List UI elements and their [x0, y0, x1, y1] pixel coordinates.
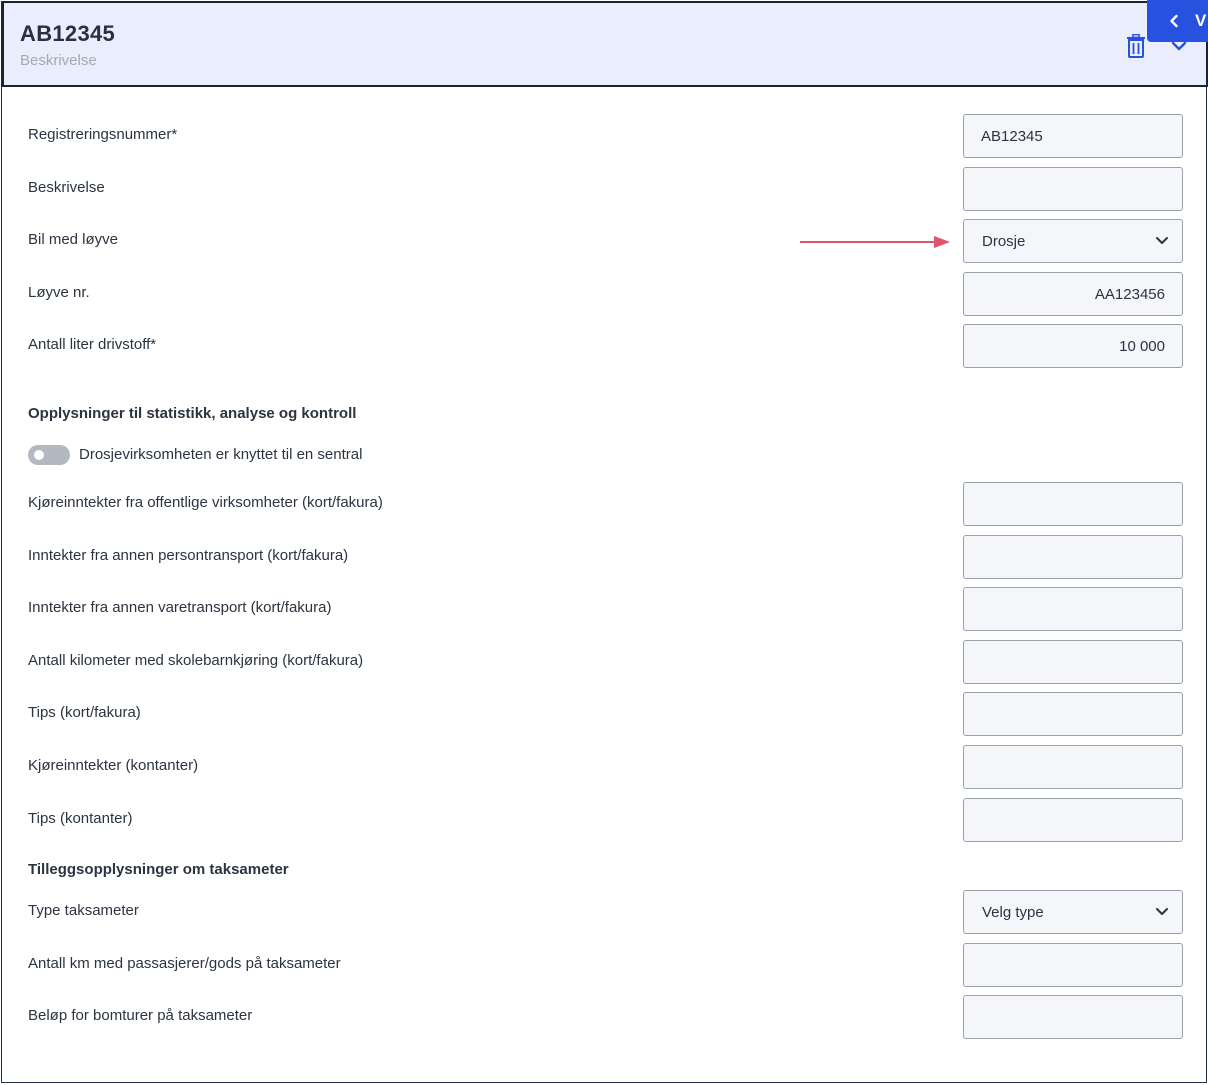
row-stat-0: Kjøreinntekter fra offentlige virksomhet… — [2, 482, 1208, 526]
row-registreringsnummer: Registreringsnummer* — [2, 114, 1208, 158]
row-bomturer: Beløp for bomturer på taksameter — [2, 995, 1208, 1039]
antall-liter-label: Antall liter drivstoff* — [28, 336, 157, 353]
sentral-toggle[interactable] — [28, 445, 70, 465]
stat-input[interactable] — [963, 482, 1183, 526]
vehicle-card: AB12345 Beskrivelse Registreringsnummer*… — [1, 1, 1208, 1083]
row-stat-3: Antall kilometer med skolebarnkjøring (k… — [2, 640, 1208, 684]
loyve-nr-input[interactable] — [963, 272, 1183, 316]
stat-input[interactable] — [963, 798, 1183, 842]
stat-label: Antall kilometer med skolebarnkjøring (k… — [28, 652, 364, 669]
km-taksameter-input[interactable] — [963, 943, 1183, 987]
stat-input[interactable] — [963, 587, 1183, 631]
sentral-toggle-label: Drosjevirksomheten er knyttet til en sen… — [79, 446, 363, 463]
bil-med-loyve-value: Drosje — [982, 233, 1026, 250]
chevron-down-icon — [1156, 237, 1168, 244]
stat-input[interactable] — [963, 692, 1183, 736]
stats-section-title: Opplysninger til statistikk, analyse og … — [28, 405, 357, 422]
stat-label: Inntekter fra annen persontransport (kor… — [28, 547, 349, 564]
stat-input[interactable] — [963, 745, 1183, 789]
row-beskrivelse: Beskrivelse — [2, 167, 1208, 211]
type-taksameter-value: Velg type — [982, 904, 1044, 921]
sentral-toggle-row: Drosjevirksomheten er knyttet til en sen… — [28, 444, 448, 466]
stat-label: Kjøreinntekter (kontanter) — [28, 757, 199, 774]
type-taksameter-select[interactable]: Velg type — [963, 890, 1183, 934]
registreringsnummer-input[interactable] — [963, 114, 1183, 158]
side-panel-tab-label: V — [1195, 11, 1207, 30]
stat-label: Inntekter fra annen varetransport (kort/… — [28, 599, 332, 616]
row-stat-2: Inntekter fra annen varetransport (kort/… — [2, 587, 1208, 631]
row-km-taksameter: Antall km med passasjerer/gods på taksam… — [2, 943, 1208, 987]
bil-med-loyve-label: Bil med løyve — [28, 231, 119, 248]
taximeter-section-title: Tilleggsopplysninger om taksameter — [28, 861, 289, 878]
card-header[interactable]: AB12345 Beskrivelse — [2, 1, 1208, 87]
beskrivelse-label: Beskrivelse — [28, 179, 105, 196]
stat-input[interactable] — [963, 640, 1183, 684]
antall-liter-input[interactable] — [963, 324, 1183, 368]
km-taksameter-label: Antall km med passasjerer/gods på taksam… — [28, 955, 341, 972]
stat-label: Tips (kontanter) — [28, 810, 133, 827]
bil-med-loyve-select[interactable]: Drosje — [963, 219, 1183, 263]
row-bil-med-loyve: Bil med løyve Drosje — [2, 219, 1208, 263]
card-title: AB12345 — [20, 21, 116, 46]
bomturer-input[interactable] — [963, 995, 1183, 1039]
trash-icon[interactable] — [1125, 34, 1147, 58]
row-type-taksameter: Type taksameter Velg type — [2, 890, 1208, 934]
row-stat-1: Inntekter fra annen persontransport (kor… — [2, 535, 1208, 579]
row-stat-6: Tips (kontanter) — [2, 798, 1208, 842]
chevron-down-icon — [1156, 908, 1168, 915]
stat-label: Kjøreinntekter fra offentlige virksomhet… — [28, 494, 383, 511]
row-stat-5: Kjøreinntekter (kontanter) — [2, 745, 1208, 789]
row-loyve-nr: Løyve nr. — [2, 272, 1208, 316]
stat-label: Tips (kort/fakura) — [28, 704, 141, 721]
stat-input[interactable] — [963, 535, 1183, 579]
row-stat-4: Tips (kort/fakura) — [2, 692, 1208, 736]
beskrivelse-input[interactable] — [963, 167, 1183, 211]
type-taksameter-label: Type taksameter — [28, 902, 139, 919]
bomturer-label: Beløp for bomturer på taksameter — [28, 1007, 253, 1024]
side-panel-tab[interactable]: V — [1147, 0, 1208, 42]
toggle-knob — [34, 450, 44, 460]
row-antall-liter: Antall liter drivstoff* — [2, 324, 1208, 368]
annotation-arrow-icon — [800, 236, 950, 248]
card-subtitle: Beskrivelse — [20, 52, 97, 69]
chevron-left-icon — [1170, 14, 1178, 28]
registreringsnummer-label: Registreringsnummer* — [28, 126, 178, 143]
loyve-nr-label: Løyve nr. — [28, 284, 90, 301]
